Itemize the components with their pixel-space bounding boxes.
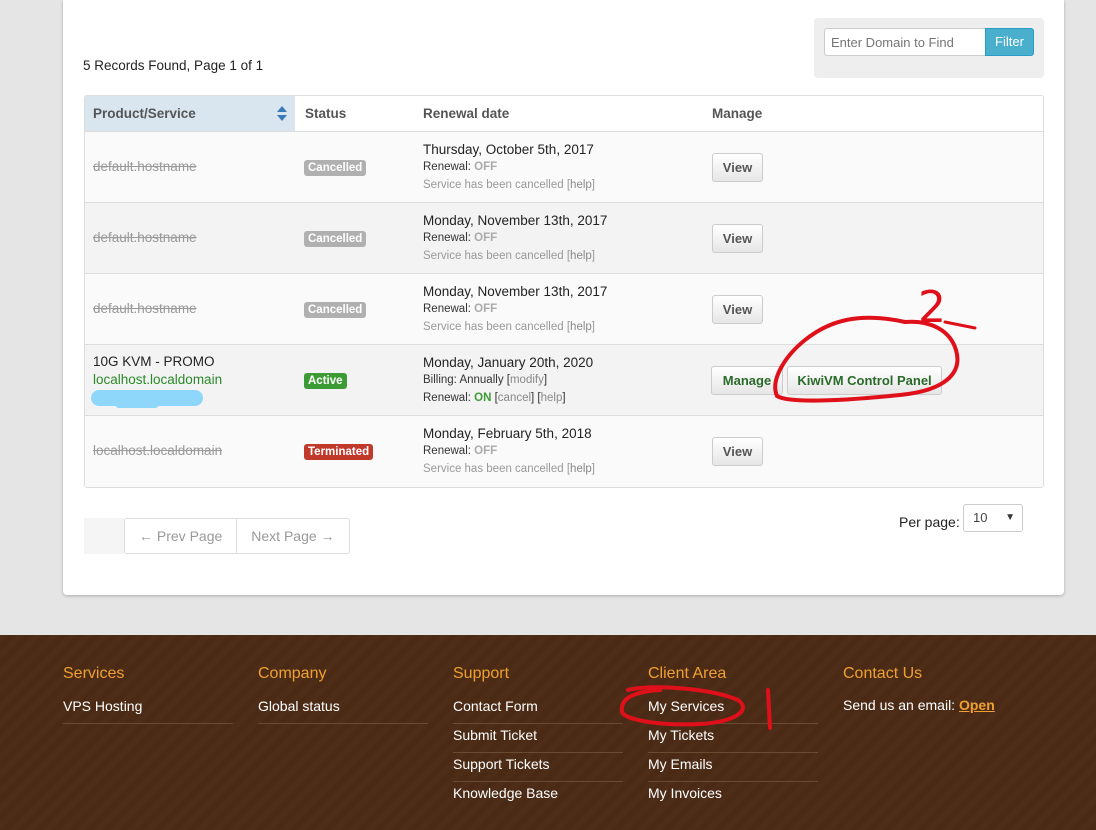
renewal-label: Renewal: <box>423 445 471 457</box>
pagination: ← Prev Page Next Page → <box>124 518 350 554</box>
footer-heading: Services <box>63 665 125 682</box>
table-header: Product/Service Status Renewal date Mana… <box>85 96 1043 132</box>
pager-spacer <box>84 518 124 554</box>
prev-page-button[interactable]: ← Prev Page <box>125 519 236 553</box>
email-open-link[interactable]: Open <box>959 697 995 713</box>
status-badge: Terminated <box>304 444 374 460</box>
renewal-label: Renewal: <box>423 392 471 404</box>
help-link[interactable]: help <box>570 179 592 191</box>
per-page-select[interactable]: 10 ▼ <box>963 504 1023 532</box>
footer-heading: Client Area <box>648 665 727 682</box>
view-button[interactable]: View <box>712 437 763 466</box>
table-row: 10G KVM - PROMO localhost.localdomain Ac… <box>85 345 1043 416</box>
cancel-link[interactable]: cancel <box>498 392 531 404</box>
footer-link-contact-form[interactable]: Contact Form <box>453 695 623 724</box>
footer-link-support-tickets[interactable]: Support Tickets <box>453 753 623 782</box>
footer-client-area: Client Area My Services My Tickets My Em… <box>648 665 818 811</box>
renewal-date: Monday, November 13th, 2017 <box>423 213 608 228</box>
product-name[interactable]: default.hostname <box>93 301 197 316</box>
footer-support: Support Contact Form Submit Ticket Suppo… <box>453 665 623 811</box>
cancel-note: Service has been cancelled <box>423 321 564 333</box>
cancel-note: Service has been cancelled <box>423 463 564 475</box>
services-panel: 5 Records Found, Page 1 of 1 Filter Prod… <box>63 0 1064 595</box>
product-domain-link[interactable]: localhost.localdomain <box>93 372 222 387</box>
col-renewal-header[interactable]: Renewal date <box>414 96 704 131</box>
help-link[interactable]: help <box>570 250 592 262</box>
services-table: Product/Service Status Renewal date Mana… <box>84 95 1044 488</box>
footer-link-my-emails[interactable]: My Emails <box>648 753 818 782</box>
view-button[interactable]: View <box>712 295 763 324</box>
redaction-mark <box>115 400 159 408</box>
product-name[interactable]: default.hostname <box>93 230 197 245</box>
product-name[interactable]: localhost.localdomain <box>93 443 222 458</box>
renewal-state: OFF <box>474 445 498 457</box>
manage-button[interactable]: Manage <box>711 366 783 395</box>
status-badge: Cancelled <box>304 302 367 318</box>
billing-label: Billing: <box>423 374 457 386</box>
footer-contact: Contact Us Send us an email: Open <box>843 665 1043 713</box>
cancel-note: Service has been cancelled <box>423 179 564 191</box>
records-count: 5 Records Found, Page 1 of 1 <box>83 58 264 73</box>
footer-link-my-tickets[interactable]: My Tickets <box>648 724 818 753</box>
col-status-header[interactable]: Status <box>295 96 414 131</box>
help-link[interactable]: help <box>570 321 592 333</box>
footer-heading: Company <box>258 665 327 682</box>
next-page-button[interactable]: Next Page → <box>236 519 348 553</box>
contact-text: Send us an email: <box>843 697 956 713</box>
renewal-date: Monday, January 20th, 2020 <box>423 355 594 370</box>
kiwivm-control-panel-button[interactable]: KiwiVM Control Panel <box>787 366 942 395</box>
help-link[interactable]: help <box>570 463 592 475</box>
footer-heading: Support <box>453 665 510 682</box>
per-page-value: 10 <box>973 510 988 525</box>
table-row: default.hostname Cancelled Monday, Novem… <box>85 274 1043 345</box>
footer-link-global-status[interactable]: Global status <box>258 695 428 724</box>
renewal-date: Thursday, October 5th, 2017 <box>423 142 594 157</box>
renewal-state: OFF <box>474 161 498 173</box>
sort-icon <box>277 106 287 122</box>
footer-link-my-invoices[interactable]: My Invoices <box>648 782 818 811</box>
renewal-state: OFF <box>474 303 498 315</box>
footer-link-my-services[interactable]: My Services <box>648 695 818 724</box>
view-button[interactable]: View <box>712 153 763 182</box>
domain-filter-input[interactable] <box>824 28 985 56</box>
status-badge: Cancelled <box>304 160 367 176</box>
filter-box: Filter <box>814 18 1044 78</box>
renewal-date: Monday, February 5th, 2018 <box>423 426 592 441</box>
footer-company: Company Global status <box>258 665 428 724</box>
renewal-date: Monday, November 13th, 2017 <box>423 284 608 299</box>
product-name: 10G KVM - PROMO <box>93 354 215 369</box>
product-name[interactable]: default.hostname <box>93 159 197 174</box>
status-badge: Active <box>304 373 347 389</box>
table-row: default.hostname Cancelled Monday, Novem… <box>85 203 1043 274</box>
footer-heading: Contact Us <box>843 665 923 682</box>
view-button[interactable]: View <box>712 224 763 253</box>
renewal-state: OFF <box>474 232 498 244</box>
cancel-note: Service has been cancelled <box>423 250 564 262</box>
per-page-label: Per page: <box>899 514 960 530</box>
footer-link-vps-hosting[interactable]: VPS Hosting <box>63 695 233 724</box>
col-manage-header: Manage <box>712 106 763 121</box>
renewal-label: Renewal: <box>423 161 471 173</box>
status-badge: Cancelled <box>304 231 367 247</box>
renewal-label: Renewal: <box>423 232 471 244</box>
help-link[interactable]: help <box>541 392 563 404</box>
table-row: localhost.localdomain Terminated Monday,… <box>85 416 1043 487</box>
col-product-header[interactable]: Product/Service <box>85 96 295 131</box>
footer-services: Services VPS Hosting <box>63 665 233 724</box>
modify-link[interactable]: modify <box>510 374 544 386</box>
filter-button[interactable]: Filter <box>985 28 1034 56</box>
renewal-state: ON <box>474 392 492 404</box>
billing-cycle: Annually <box>459 374 504 386</box>
footer-link-submit-ticket[interactable]: Submit Ticket <box>453 724 623 753</box>
table-row: default.hostname Cancelled Thursday, Oct… <box>85 132 1043 203</box>
renewal-label: Renewal: <box>423 303 471 315</box>
footer-link-knowledge-base[interactable]: Knowledge Base <box>453 782 623 811</box>
chevron-down-icon: ▼ <box>1005 512 1015 523</box>
site-footer: Services VPS Hosting Company Global stat… <box>0 635 1096 830</box>
